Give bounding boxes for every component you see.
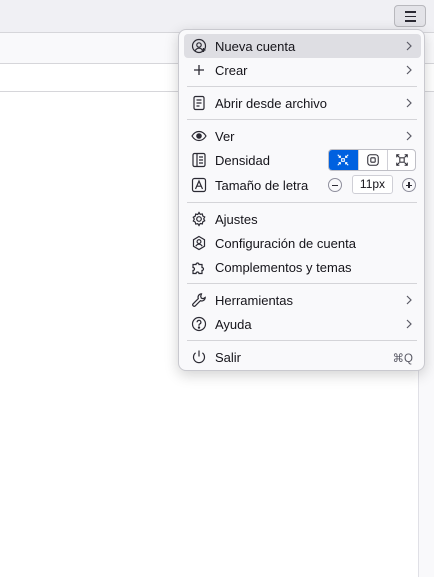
chevron-right-icon (406, 131, 412, 141)
chevron-right-icon (406, 65, 412, 75)
menu-label: Crear (215, 63, 248, 78)
menu-label: Complementos y temas (215, 260, 352, 275)
menu-label: Configuración de cuenta (215, 236, 356, 251)
menu-label: Densidad (215, 153, 270, 168)
density-normal-button[interactable] (358, 150, 388, 170)
chevron-right-icon (406, 319, 412, 329)
density-touch-button[interactable] (387, 150, 415, 170)
chevron-right-icon (406, 41, 412, 51)
eye-icon (191, 130, 207, 142)
menu-item-quit[interactable]: Salir ⌘Q (184, 345, 421, 369)
menu-label: Abrir desde archivo (215, 96, 327, 111)
account-settings-icon (192, 235, 206, 251)
menu-label: Salir (215, 350, 242, 365)
menu-item-account-settings[interactable]: Configuración de cuenta (184, 231, 421, 255)
font-size-icon (191, 177, 207, 193)
power-icon (192, 350, 206, 364)
menu-label: Ayuda (215, 317, 252, 332)
separator (187, 283, 417, 284)
gear-icon (192, 211, 206, 227)
chevron-right-icon (406, 295, 412, 305)
separator (187, 340, 417, 341)
menu-item-new-account[interactable]: Nueva cuenta (184, 34, 421, 58)
menu-item-settings[interactable]: Ajustes (184, 207, 421, 231)
wrench-icon (192, 293, 206, 307)
density-touch-icon (396, 154, 408, 166)
help-icon (191, 316, 207, 332)
separator (187, 119, 417, 120)
menu-label: Ver (215, 129, 235, 144)
menu-item-create[interactable]: Crear (184, 58, 421, 82)
density-compact-icon (337, 154, 349, 166)
puzzle-icon (192, 262, 205, 275)
menu-item-view[interactable]: Ver (184, 124, 421, 148)
menu-item-addons[interactable]: Complementos y temas (184, 255, 421, 279)
quit-shortcut: ⌘Q (392, 353, 413, 365)
menu-label: Tamaño de letra (215, 178, 309, 193)
menu-item-help[interactable]: Ayuda (184, 312, 421, 336)
app-menu-popup: Nueva cuenta Crear Abrir desde archivo V… (178, 29, 425, 371)
font-size-increase-button[interactable] (402, 178, 416, 192)
file-icon (193, 95, 205, 111)
menu-item-tools[interactable]: Herramientas (184, 288, 421, 312)
separator (187, 86, 417, 87)
font-size-value: 11px (352, 175, 393, 194)
menu-label: Ajustes (215, 212, 258, 227)
menu-label: Nueva cuenta (215, 39, 296, 54)
menu-label: Herramientas (215, 293, 294, 308)
separator (187, 202, 417, 203)
density-normal-icon (367, 154, 379, 166)
new-account-icon (191, 38, 207, 54)
chevron-right-icon (406, 98, 412, 108)
density-icon (192, 152, 206, 168)
plus-icon (194, 65, 204, 75)
menu-item-density: Densidad (184, 148, 421, 172)
font-size-decrease-button[interactable] (328, 178, 342, 192)
menu-item-font-size: Tamaño de letra 11px (184, 173, 421, 197)
app-menu-button[interactable] (394, 5, 426, 27)
density-selector (328, 149, 416, 171)
menu-item-open-file[interactable]: Abrir desde archivo (184, 91, 421, 115)
density-compact-button[interactable] (329, 150, 358, 170)
